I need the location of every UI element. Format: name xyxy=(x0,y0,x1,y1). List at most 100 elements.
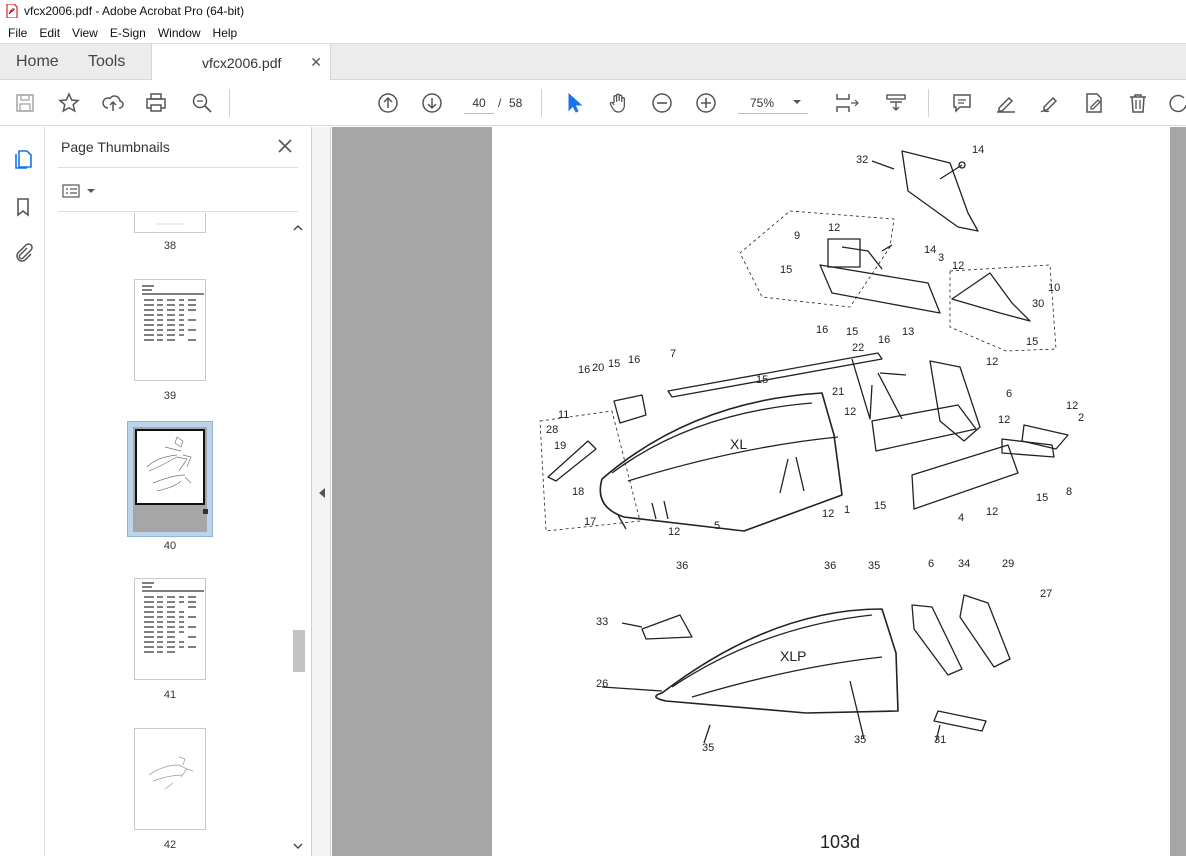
menu-bar: File Edit View E-Sign Window Help xyxy=(0,22,1186,43)
comment-icon[interactable] xyxy=(950,91,974,115)
callout: 15 xyxy=(846,326,858,338)
callout: 16 xyxy=(628,354,640,366)
callout: 35 xyxy=(854,734,866,746)
menu-view[interactable]: View xyxy=(66,26,104,40)
callout: 3 xyxy=(938,252,944,264)
tab-row: Home Tools vfcx2006.pdf ✕ xyxy=(0,43,1186,81)
callout: 15 xyxy=(874,500,886,512)
scroll-up-arrow-icon[interactable] xyxy=(293,223,303,233)
window-title: vfcx2006.pdf - Adobe Acrobat Pro (64-bit… xyxy=(24,4,245,18)
callout: 35 xyxy=(702,742,714,754)
page-number-input[interactable] xyxy=(464,92,494,114)
callout: 18 xyxy=(572,486,584,498)
zoom-search-icon[interactable] xyxy=(190,91,214,115)
delete-trash-icon[interactable] xyxy=(1126,91,1150,115)
page-thumbnails-icon[interactable] xyxy=(11,147,35,171)
callout: 14 xyxy=(924,244,936,256)
zoom-in-icon[interactable] xyxy=(694,91,718,115)
callout: 12 xyxy=(822,508,834,520)
thumbnail-list[interactable]: 38 39 40 41 42 xyxy=(46,213,298,856)
thumbnail-page-39[interactable] xyxy=(134,279,206,381)
pdf-page: 32 14 9 12 14 3 12 15 10 30 16 15 13 15 … xyxy=(492,127,1170,856)
callout: 5 xyxy=(714,520,720,532)
callout: 30 xyxy=(1032,298,1044,310)
previous-page-icon[interactable] xyxy=(376,91,400,115)
close-tab-icon[interactable]: ✕ xyxy=(310,54,322,71)
select-cursor-icon[interactable] xyxy=(562,91,586,115)
menu-file[interactable]: File xyxy=(2,26,33,40)
thumbnail-scrollbar[interactable] xyxy=(291,219,305,856)
sign-pen-icon[interactable] xyxy=(1038,91,1062,115)
callout: 19 xyxy=(554,440,566,452)
zoom-out-icon[interactable] xyxy=(650,91,674,115)
thumbnail-label: 39 xyxy=(163,390,177,402)
next-page-icon[interactable] xyxy=(420,91,444,115)
callout: 16 xyxy=(816,324,828,336)
panel-splitter[interactable] xyxy=(312,127,331,856)
callout: 15 xyxy=(756,374,768,386)
bookmark-star-icon[interactable] xyxy=(57,91,81,115)
title-bar: vfcx2006.pdf - Adobe Acrobat Pro (64-bit… xyxy=(0,0,1186,22)
acrobat-pdf-icon xyxy=(6,4,18,18)
attachments-paperclip-icon[interactable] xyxy=(11,240,35,264)
thumbnail-page-40-selected[interactable] xyxy=(127,421,213,537)
callout: 22 xyxy=(852,342,864,354)
tab-document[interactable]: vfcx2006.pdf ✕ xyxy=(151,44,331,81)
edit-pdf-icon[interactable] xyxy=(1082,91,1106,115)
callout: 20 xyxy=(592,362,604,374)
page-fit-icon[interactable] xyxy=(832,91,862,115)
callout: 6 xyxy=(1006,388,1012,400)
callout: 17 xyxy=(584,516,596,528)
callout: 12 xyxy=(986,356,998,368)
menu-help[interactable]: Help xyxy=(207,26,244,40)
thumbnail-page-38[interactable] xyxy=(134,213,206,233)
callout: 12 xyxy=(998,414,1010,426)
menu-edit[interactable]: Edit xyxy=(33,26,66,40)
thumbnail-page-42[interactable] xyxy=(134,728,206,830)
callout: 12 xyxy=(986,506,998,518)
toolbar: / 58 75% xyxy=(0,80,1186,126)
menu-window[interactable]: Window xyxy=(152,26,207,40)
callout: 16 xyxy=(878,334,890,346)
callout: 29 xyxy=(1002,558,1014,570)
scrollbar-thumb[interactable] xyxy=(293,630,305,672)
chevron-down-icon xyxy=(87,189,95,193)
print-icon[interactable] xyxy=(144,91,168,115)
scroll-down-arrow-icon[interactable] xyxy=(293,841,303,851)
hand-tool-icon[interactable] xyxy=(606,91,630,115)
callout: 28 xyxy=(546,424,558,436)
thumbnail-options-menu[interactable] xyxy=(62,181,98,201)
share-upload-icon[interactable] xyxy=(101,91,125,115)
callout: 10 xyxy=(1048,282,1060,294)
callout: 9 xyxy=(794,230,800,242)
tab-tools[interactable]: Tools xyxy=(88,44,125,80)
chevron-down-icon xyxy=(793,100,801,104)
callout: 15 xyxy=(780,264,792,276)
thumbnail-view-handle[interactable] xyxy=(203,509,208,514)
callout: 12 xyxy=(828,222,840,234)
close-panel-icon[interactable] xyxy=(276,137,294,155)
callout: 15 xyxy=(608,358,620,370)
save-icon[interactable] xyxy=(13,91,37,115)
tab-home[interactable]: Home xyxy=(16,44,59,80)
navigation-rail xyxy=(0,127,45,856)
part-label-xlp: XLP xyxy=(780,648,806,664)
collapse-panel-arrow-icon[interactable] xyxy=(318,487,326,499)
callout: 34 xyxy=(958,558,970,570)
callout: 8 xyxy=(1066,486,1072,498)
panel-title: Page Thumbnails xyxy=(61,139,170,155)
menu-esign[interactable]: E-Sign xyxy=(104,26,152,40)
scroll-mode-icon[interactable] xyxy=(884,91,908,115)
thumbnail-label: 40 xyxy=(163,540,177,552)
callout: 7 xyxy=(670,348,676,360)
callout: 15 xyxy=(1026,336,1038,348)
callout: 33 xyxy=(596,616,608,628)
document-view[interactable]: 32 14 9 12 14 3 12 15 10 30 16 15 13 15 … xyxy=(332,127,1186,856)
highlight-pen-icon[interactable] xyxy=(994,91,1018,115)
bookmarks-icon[interactable] xyxy=(11,195,35,219)
thumbnail-page-41[interactable] xyxy=(134,578,206,680)
zoom-level-dropdown[interactable]: 75% xyxy=(738,92,808,114)
part-label-xl: XL xyxy=(730,436,747,452)
rotate-icon[interactable] xyxy=(1166,91,1186,115)
callout: 35 xyxy=(868,560,880,572)
